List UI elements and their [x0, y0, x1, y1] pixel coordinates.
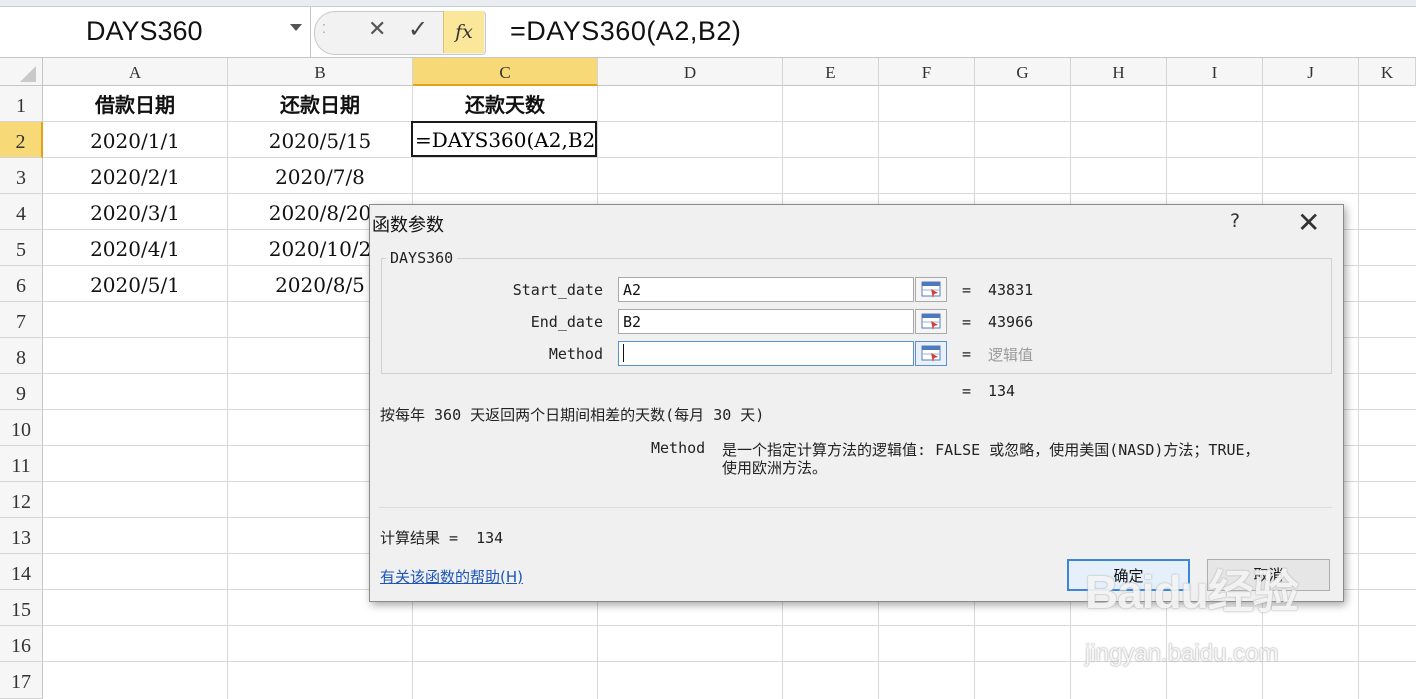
start-date-collapse-button[interactable] — [915, 277, 947, 302]
calculation-result: 计算结果 = 134 — [380, 529, 504, 547]
row-header-6[interactable]: 6 — [0, 266, 43, 302]
row-header-3[interactable]: 3 — [0, 158, 43, 194]
baidu-jingyan-watermark: Baidu经验 — [1085, 556, 1299, 622]
function-result: 134 — [988, 382, 1016, 400]
row-header-17[interactable]: 17 — [0, 662, 43, 699]
parameter-description-line2: 使用欧洲方法。 — [722, 459, 828, 477]
column-header-f[interactable]: F — [879, 58, 975, 86]
column-header-h[interactable]: H — [1071, 58, 1167, 86]
cell-a6[interactable]: 2020/5/1 — [43, 266, 227, 302]
formula-bar-resize-handle[interactable]: ⁚ — [322, 22, 326, 36]
end-date-input[interactable]: B2 — [618, 309, 914, 334]
end-date-equals: = — [962, 313, 972, 331]
row-header-5[interactable]: 5 — [0, 230, 43, 266]
method-label: Method — [548, 345, 603, 363]
cell-a5[interactable]: 2020/4/1 — [43, 230, 227, 266]
row-header-9[interactable]: 9 — [0, 374, 43, 410]
column-header-k[interactable]: K — [1359, 58, 1416, 86]
start-date-input[interactable]: A2 — [618, 277, 914, 302]
function-description: 按每年 360 天返回两个日期间相差的天数(每月 30 天) — [380, 406, 765, 424]
select-all-button[interactable] — [0, 58, 43, 86]
column-header-c[interactable]: C — [413, 58, 598, 86]
start-date-result: 43831 — [988, 281, 1034, 299]
range-select-icon — [921, 281, 941, 298]
range-select-icon — [921, 345, 941, 362]
column-header-j[interactable]: J — [1263, 58, 1359, 86]
dialog-title: 函数参数 — [372, 215, 444, 236]
column-header-d[interactable]: D — [598, 58, 783, 86]
column-header-i[interactable]: I — [1167, 58, 1263, 86]
name-box-dropdown-icon[interactable] — [290, 24, 302, 31]
cell-b3[interactable]: 2020/7/8 — [228, 158, 412, 194]
column-header-a[interactable]: A — [43, 58, 228, 86]
row-header-10[interactable]: 10 — [0, 410, 43, 446]
function-name-label: DAYS360 — [386, 249, 458, 267]
start-date-label: Start_date — [512, 281, 603, 299]
help-icon[interactable]: ? — [1230, 210, 1240, 232]
enter-entry-button[interactable]: ✓ — [408, 15, 428, 43]
ribbon-bottom-strip — [0, 0, 1416, 7]
name-box-value[interactable]: DAYS360 — [86, 16, 203, 47]
select-all-triangle-icon — [20, 66, 36, 82]
watermark-url-text: jingyan.baidu.com — [1085, 640, 1279, 667]
cell-a4[interactable]: 2020/3/1 — [43, 194, 227, 230]
column-header-e[interactable]: E — [783, 58, 879, 86]
insert-function-button[interactable]: fx — [443, 11, 484, 53]
cell-b2[interactable]: 2020/5/15 — [228, 122, 412, 158]
close-icon[interactable]: ✕ — [1297, 206, 1320, 239]
function-help-link[interactable]: 有关该函数的帮助(H) — [380, 566, 523, 587]
function-result-equals: = — [962, 382, 972, 400]
end-date-label: End_date — [530, 313, 603, 331]
cancel-entry-button[interactable]: ✕ — [368, 17, 386, 42]
end-date-result: 43966 — [988, 313, 1034, 331]
active-cell-c2[interactable]: =DAYS360(A2,B2) — [411, 121, 597, 157]
row-header-16[interactable]: 16 — [0, 626, 43, 662]
cell-a3[interactable]: 2020/2/1 — [43, 158, 227, 194]
row-header-15[interactable]: 15 — [0, 590, 43, 626]
row-header-13[interactable]: 13 — [0, 518, 43, 554]
row-header-12[interactable]: 12 — [0, 482, 43, 518]
method-result: 逻辑值 — [988, 346, 1034, 364]
row-gridline — [43, 625, 1416, 626]
formula-input[interactable]: =DAYS360(A2,B2) — [510, 16, 741, 47]
row-header-1[interactable]: 1 — [0, 86, 43, 122]
text-caret — [623, 344, 624, 362]
start-date-equals: = — [962, 281, 972, 299]
column-header-b[interactable]: B — [228, 58, 413, 86]
end-date-collapse-button[interactable] — [915, 309, 947, 334]
row-header-2[interactable]: 2 — [0, 122, 43, 158]
cell-a1[interactable]: 借款日期 — [43, 86, 227, 122]
method-equals: = — [962, 345, 972, 363]
dialog-separator — [379, 507, 1332, 508]
method-input[interactable] — [618, 341, 914, 366]
cell-b1[interactable]: 还款日期 — [228, 86, 412, 122]
parameter-name: Method — [651, 439, 706, 457]
column-header-g[interactable]: G — [975, 58, 1071, 86]
method-collapse-button[interactable] — [915, 341, 947, 366]
row-header-11[interactable]: 11 — [0, 446, 43, 482]
cell-a2[interactable]: 2020/1/1 — [43, 122, 227, 158]
col-gridline — [1358, 86, 1359, 699]
cell-c1[interactable]: 还款天数 — [413, 86, 597, 122]
watermark-main-text: Baidu经验 — [1085, 566, 1299, 618]
range-select-icon — [921, 313, 941, 330]
row-header-7[interactable]: 7 — [0, 302, 43, 338]
row-header-8[interactable]: 8 — [0, 338, 43, 374]
row-header-4[interactable]: 4 — [0, 194, 43, 230]
row-header-14[interactable]: 14 — [0, 554, 43, 590]
